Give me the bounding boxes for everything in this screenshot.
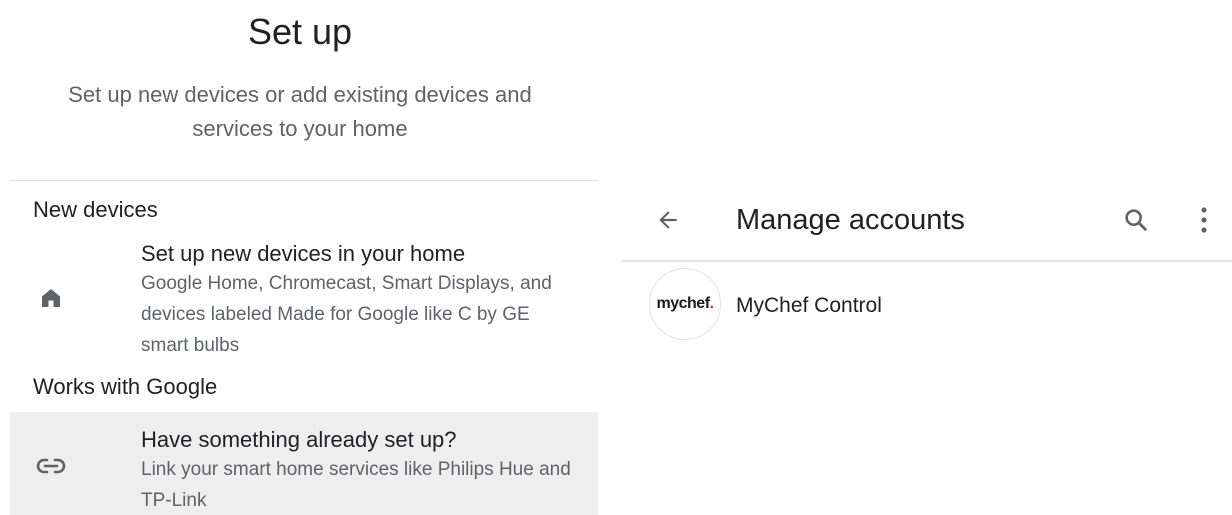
mychef-logo: mychef. xyxy=(657,295,714,313)
setup-new-devices-text: Set up new devices in your home Google H… xyxy=(141,240,571,361)
section-heading-new-devices: New devices xyxy=(33,197,158,222)
item-title: Have something already set up? xyxy=(141,427,457,452)
account-item-mychef[interactable]: mychef. MyChef Control xyxy=(622,264,1232,346)
home-icon xyxy=(36,283,66,313)
app-bar-divider xyxy=(622,260,1232,262)
more-options-button[interactable] xyxy=(1186,200,1222,240)
logo-dot: . xyxy=(709,295,714,312)
setup-new-devices-item[interactable]: Set up new devices in your home Google H… xyxy=(10,234,598,360)
logo-text: mychef xyxy=(656,295,711,312)
item-description: Link your smart home services like Phili… xyxy=(141,459,571,511)
account-name: MyChef Control xyxy=(736,294,882,317)
arrow-back-icon xyxy=(659,211,677,229)
page-subtitle: Set up new devices or add existing devic… xyxy=(68,82,532,141)
link-icon xyxy=(36,451,66,481)
link-existing-services-item[interactable]: Have something already set up? Link your… xyxy=(10,412,598,515)
app-bar-title: Manage accounts xyxy=(736,204,965,236)
section-heading-works-with-google: Works with Google xyxy=(33,374,218,399)
item-description: Google Home, Chromecast, Smart Displays,… xyxy=(141,273,552,356)
screen: Set up Set up new devices or add existin… xyxy=(0,0,1232,515)
link-existing-services-text: Have something already set up? Link your… xyxy=(141,426,571,515)
back-button[interactable] xyxy=(648,200,688,240)
setup-panel: Set up Set up new devices or add existin… xyxy=(0,0,600,515)
page-title: Set up xyxy=(247,11,353,52)
app-bar: Manage accounts xyxy=(622,180,1232,260)
manage-accounts-panel: Manage accounts mychef. MyChef Control xyxy=(622,0,1232,515)
item-title: Set up new devices in your home xyxy=(141,241,466,266)
more-vertical-icon xyxy=(1201,207,1207,233)
account-avatar: mychef. xyxy=(649,268,721,340)
search-icon xyxy=(1125,209,1147,231)
divider xyxy=(10,180,598,181)
search-button[interactable] xyxy=(1116,200,1156,240)
